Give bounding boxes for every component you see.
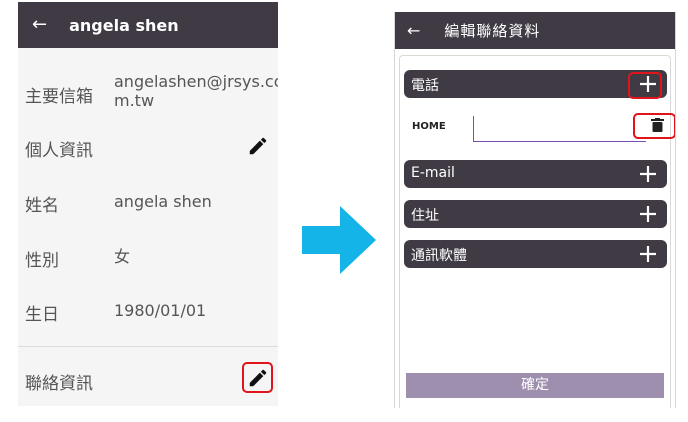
edit-contact-card (399, 55, 671, 408)
app-bar: ← 編輯聯絡資料 (395, 12, 675, 49)
primary-email-label: 主要信箱 (25, 87, 93, 107)
phone-type-label: HOME (412, 121, 446, 132)
name-label: 姓名 (25, 196, 59, 216)
edit-contact-title: 編輯聯絡資料 (444, 22, 541, 40)
name-value: angela shen (114, 192, 212, 211)
birthday-value: 1980/01/01 (114, 301, 207, 320)
section-messaging-apps-label: 通訊軟體 (411, 248, 467, 264)
plus-icon[interactable] (639, 245, 657, 263)
birthday-label: 生日 (25, 305, 59, 325)
confirm-button[interactable]: 確定 (406, 373, 664, 398)
arrow-left-icon[interactable]: ← (407, 22, 420, 39)
gender-value: 女 (114, 247, 131, 266)
section-address: 住址 (404, 200, 667, 228)
contact-detail-screen: ← angela shen 主要信箱 angelashen@jrsys.co m… (18, 2, 278, 406)
personal-info-label: 個人資訊 (25, 141, 93, 161)
contact-name-title: angela shen (69, 15, 179, 35)
edit-contact-screen: ← 編輯聯絡資料 電話 HOME E-mail 住址 通訊軟體 確定 (394, 12, 676, 408)
section-messaging-apps: 通訊軟體 (404, 240, 667, 268)
pencil-icon[interactable] (247, 135, 269, 157)
section-address-label: 住址 (411, 208, 439, 224)
pencil-icon[interactable] (247, 367, 269, 389)
primary-email-line1: angelashen@jrsys.co (114, 72, 278, 91)
contact-info-label: 聯絡資訊 (25, 374, 93, 394)
plus-icon[interactable] (639, 205, 657, 223)
section-email: E-mail (404, 160, 667, 188)
primary-email-value: angelashen@jrsys.co m.tw (114, 72, 278, 110)
phone-number-input[interactable] (473, 116, 646, 142)
gender-label: 性別 (25, 251, 59, 271)
arrow-right-icon (302, 206, 376, 274)
add-phone-highlight (628, 72, 662, 99)
divider (18, 346, 278, 347)
plus-icon[interactable] (639, 165, 657, 183)
section-phone-label: 電話 (411, 78, 439, 94)
trash-icon[interactable] (651, 118, 664, 132)
arrow-left-icon[interactable]: ← (32, 16, 47, 34)
primary-email-line2: m.tw (114, 91, 155, 110)
section-email-label: E-mail (411, 165, 455, 181)
app-bar: ← angela shen (18, 2, 278, 48)
